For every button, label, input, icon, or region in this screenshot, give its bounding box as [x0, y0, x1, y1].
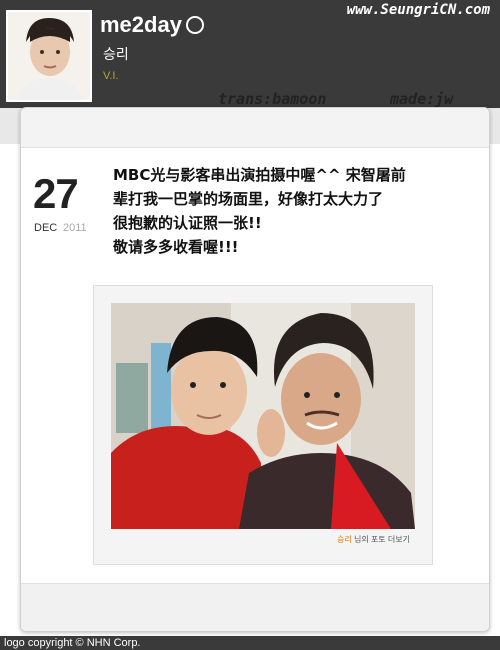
post-date-day: 27 — [33, 170, 79, 217]
photo-link-text: 님의 포토 더보기 — [351, 535, 410, 544]
post-date-year: 2011 — [63, 222, 87, 234]
post-line: MBC光与影客串出演拍摄中喔^^ 宋智屠前 — [113, 166, 406, 184]
post-line: 敬请多多收看喔!!! — [113, 238, 239, 256]
watermark: www.SeungriCN.com — [346, 2, 490, 18]
brand-name: me2day — [100, 12, 182, 37]
photo-link-user: 승리 — [337, 535, 352, 544]
footer-bar: logo copyright © NHN Corp. — [0, 636, 500, 650]
post-photo-image — [111, 303, 415, 529]
speech-bubble-icon — [185, 16, 204, 34]
more-photos-link[interactable]: 승리 님의 포토 더보기 — [337, 534, 410, 545]
copyright-text: logo copyright © NHN Corp. — [4, 637, 141, 649]
post-date-month: DEC — [34, 222, 58, 234]
avatar[interactable] — [6, 10, 92, 102]
post-card: 27 DEC 2011 MBC光与影客串出演拍摄中喔^^ 宋智屠前 辈打我一巴掌… — [20, 107, 490, 632]
post-body: MBC光与影客串出演拍摄中喔^^ 宋智屠前 辈打我一巴掌的场面里，好像打太大力了… — [113, 163, 473, 259]
credit-translator: trans:bamoon — [218, 90, 327, 108]
brand-logo[interactable]: me2day — [100, 12, 204, 38]
post-photo[interactable] — [111, 303, 415, 529]
user-level-badge: V.I. — [103, 70, 119, 82]
credit-maker: made:jw — [390, 90, 454, 108]
post-card-footer — [21, 583, 489, 631]
user-name[interactable]: 승리 — [103, 44, 129, 64]
avatar-image — [8, 12, 90, 100]
post-line: 很抱歉的认证照一张!! — [113, 214, 262, 232]
post-line: 辈打我一巴掌的场面里，好像打太大力了 — [113, 190, 384, 208]
post-card-header — [21, 108, 489, 148]
